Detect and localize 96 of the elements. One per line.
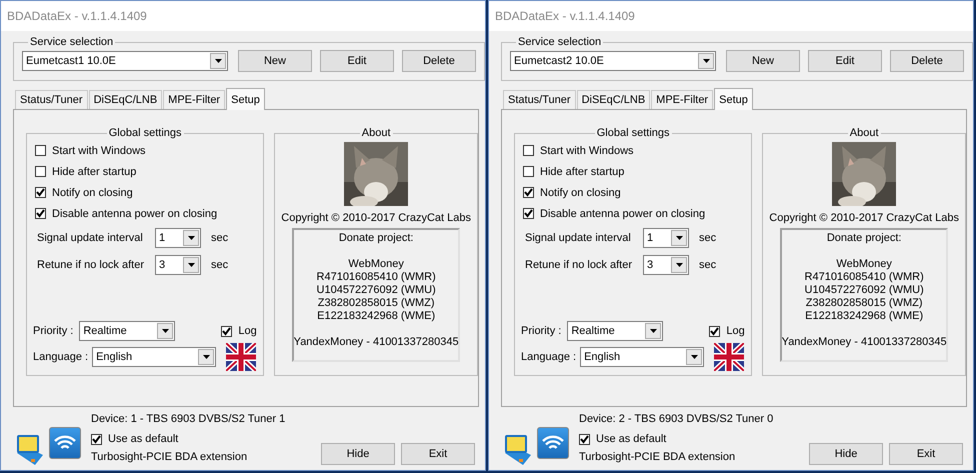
- donate-text: YandexMoney - 41001337280345: [782, 336, 947, 349]
- checkbox-label: Notify on closing: [540, 186, 621, 198]
- donate-text: R471016085410 (WMR): [316, 271, 436, 284]
- extension-text: Turbosight-PCIE BDA extension: [91, 451, 248, 465]
- field-label: Priority :: [521, 325, 562, 337]
- donate-text: U104572276092 (WMU): [804, 284, 924, 297]
- checkbox-label: Start with Windows: [52, 144, 146, 156]
- checkbox-label: Log: [726, 325, 745, 337]
- language-dropdown[interactable]: English: [580, 347, 704, 367]
- donate-text: Z382802858015 (WMZ): [318, 297, 435, 310]
- checkbox[interactable]: [523, 208, 534, 219]
- checkbox[interactable]: [35, 166, 46, 177]
- group-title: Global settings: [596, 126, 671, 140]
- flag-icon: [226, 343, 256, 371]
- group-title: Service selection: [517, 35, 602, 49]
- tab[interactable]: Status/Tuner: [503, 90, 576, 109]
- group-title: Global settings: [108, 126, 183, 140]
- checkbox-label: Hide after startup: [52, 166, 136, 178]
- group-title: Service selection: [29, 35, 114, 49]
- tab[interactable]: Status/Tuner: [15, 90, 88, 109]
- donate-text: E122183242968 (WME): [317, 310, 436, 323]
- action-button[interactable]: Delete: [890, 50, 964, 72]
- field-label: Signal update interval: [525, 232, 632, 244]
- action-button[interactable]: Delete: [402, 50, 476, 72]
- checkbox-label: Notify on closing: [52, 186, 133, 198]
- window-title: BDADataEx - v.1.1.4.1409: [489, 1, 973, 31]
- tab[interactable]: DiSEqC/LNB: [576, 90, 650, 109]
- tab[interactable]: MPE-Filter: [163, 90, 226, 109]
- checkbox[interactable]: [523, 187, 534, 198]
- action-button[interactable]: Hide: [809, 443, 883, 465]
- checkbox[interactable]: [35, 187, 46, 198]
- donate-text: WebMoney: [348, 258, 404, 271]
- checkbox[interactable]: [709, 326, 720, 336]
- flag-icon: [714, 343, 744, 371]
- unit-label: sec: [699, 232, 716, 244]
- checkbox[interactable]: [523, 145, 534, 156]
- language-dropdown[interactable]: English: [92, 347, 216, 367]
- checkbox[interactable]: [91, 434, 102, 444]
- unit-label: sec: [699, 258, 716, 270]
- action-button[interactable]: Edit: [320, 50, 394, 72]
- group-title: About: [360, 126, 392, 140]
- interval-dropdown[interactable]: 3: [155, 254, 201, 274]
- checkbox[interactable]: [579, 434, 590, 444]
- checkbox-label: Hide after startup: [540, 166, 624, 178]
- checkbox[interactable]: [35, 145, 46, 156]
- checkbox-label: Start with Windows: [540, 144, 634, 156]
- device-text: Device: 1 - TBS 6903 DVBS/S2 Tuner 1: [91, 413, 286, 427]
- donate-text: U104572276092 (WMU): [316, 284, 436, 297]
- unit-label: sec: [211, 258, 228, 270]
- service-dropdown[interactable]: Eumetcast2 10.0E: [510, 51, 716, 71]
- tab[interactable]: MPE-Filter: [651, 90, 714, 109]
- group-title: About: [848, 126, 880, 140]
- tab[interactable]: Setup: [714, 88, 753, 110]
- field-label: Retune if no lock after: [525, 258, 634, 270]
- interval-dropdown[interactable]: 1: [155, 228, 201, 248]
- checkbox-label: Disable antenna power on closing: [540, 208, 706, 220]
- wifi-icon: [49, 427, 81, 459]
- action-button[interactable]: Exit: [401, 443, 475, 465]
- device-text: Device: 2 - TBS 6903 DVBS/S2 Tuner 0: [579, 413, 774, 427]
- donate-text: E122183242968 (WME): [805, 310, 924, 323]
- donate-title: Donate project:: [826, 232, 902, 245]
- tab[interactable]: Setup: [226, 88, 265, 110]
- checkbox-label: Disable antenna power on closing: [52, 208, 218, 220]
- tab[interactable]: DiSEqC/LNB: [88, 90, 162, 109]
- interval-dropdown[interactable]: 3: [643, 254, 689, 274]
- checkbox-label: Use as default: [108, 433, 178, 445]
- checkbox[interactable]: [35, 208, 46, 219]
- action-button[interactable]: New: [238, 50, 312, 72]
- copyright-text: Copyright © 2010-2017 CrazyCat Labs: [769, 212, 959, 224]
- action-button[interactable]: Exit: [889, 443, 963, 465]
- service-dropdown[interactable]: Eumetcast1 10.0E: [22, 51, 228, 71]
- wifi-icon: [537, 427, 569, 459]
- donate-text: WebMoney: [836, 258, 892, 271]
- field-label: Language :: [521, 351, 576, 363]
- checkbox-label: Log: [238, 325, 257, 337]
- extension-text: Turbosight-PCIE BDA extension: [579, 451, 736, 465]
- checkbox[interactable]: [221, 326, 232, 336]
- action-button[interactable]: New: [726, 50, 800, 72]
- action-button[interactable]: Hide: [321, 443, 395, 465]
- action-button[interactable]: Edit: [808, 50, 882, 72]
- donate-text: Z382802858015 (WMZ): [806, 297, 923, 310]
- window-title: BDADataEx - v.1.1.4.1409: [1, 1, 485, 31]
- checkbox-label: Use as default: [596, 433, 666, 445]
- priority-dropdown[interactable]: Realtime: [79, 321, 176, 341]
- priority-dropdown[interactable]: Realtime: [567, 321, 664, 341]
- donate-title: Donate project:: [338, 232, 414, 245]
- checkbox[interactable]: [523, 166, 534, 177]
- unit-label: sec: [211, 232, 228, 244]
- donate-text: YandexMoney - 41001337280345: [294, 336, 459, 349]
- donate-text: R471016085410 (WMR): [804, 271, 924, 284]
- field-label: Priority :: [33, 325, 74, 337]
- field-label: Retune if no lock after: [37, 258, 146, 270]
- field-label: Language :: [33, 351, 88, 363]
- interval-dropdown[interactable]: 1: [643, 228, 689, 248]
- field-label: Signal update interval: [37, 232, 144, 244]
- copyright-text: Copyright © 2010-2017 CrazyCat Labs: [281, 212, 471, 224]
